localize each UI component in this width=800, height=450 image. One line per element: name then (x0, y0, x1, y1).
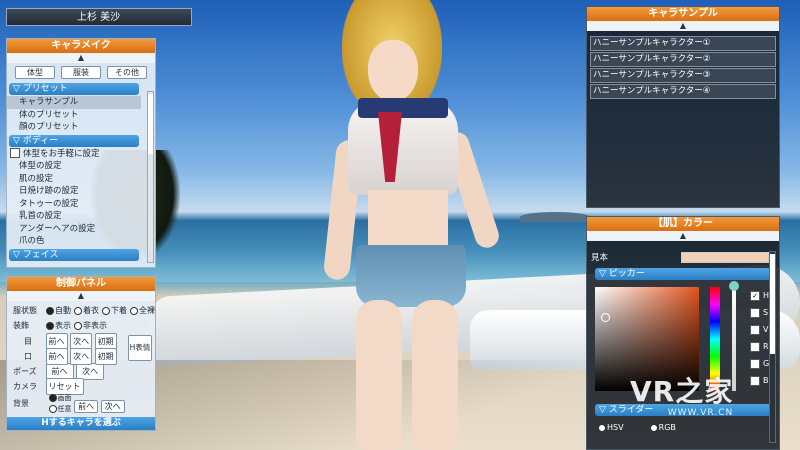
channel-list: ✓ H S V R G B (750, 287, 769, 389)
control-panel-title: 制御パネル (7, 277, 155, 291)
character-model (300, 0, 540, 450)
radio-clothed[interactable] (74, 306, 82, 315)
select-h-chara-button[interactable]: Hするキャラを選ぶ (7, 417, 155, 430)
list-item-chara-sample[interactable]: キャラサンプル (7, 96, 141, 109)
clothing-state-row: 服状態 自動 着衣 下着 全裸 (13, 306, 155, 315)
list-item-body-settings[interactable]: 体型の設定 (7, 160, 141, 173)
watermark-url: WWW.VR.CN (667, 408, 734, 418)
channel-h[interactable]: ✓ H (750, 287, 769, 304)
easy-body-label: 体型をお手軽に設定 (23, 148, 100, 159)
alpha-handle-icon[interactable] (729, 281, 739, 291)
character-name-box: 上杉 美沙 (6, 8, 192, 26)
radio-underwear[interactable] (102, 306, 110, 315)
channel-r-checkbox[interactable] (750, 341, 760, 352)
scrollbar-thumb[interactable] (148, 94, 153, 154)
character-collar (358, 98, 448, 118)
chara-sample-title: キャラサンプル (587, 7, 779, 21)
channel-v[interactable]: V (750, 321, 769, 338)
radio-hide[interactable] (74, 321, 82, 330)
channel-b[interactable]: B (750, 372, 769, 389)
color-panel-title: 【肌】カラー (587, 217, 779, 231)
character-name: 上杉 美沙 (77, 12, 121, 23)
character-face (368, 40, 418, 102)
sample-row: 見本 (591, 251, 771, 263)
mouth-reset-button[interactable]: 初期 (94, 348, 117, 365)
radio-rgb[interactable] (649, 423, 658, 432)
character-right-leg (412, 300, 458, 450)
mouth-next-button[interactable]: 次へ (70, 348, 93, 365)
mouth-prev-button[interactable]: 前へ (45, 348, 68, 365)
color-swatch (681, 252, 769, 263)
picker-header[interactable]: ▽ ピッカー (595, 268, 771, 280)
section-body[interactable]: ▽ ボディー (9, 134, 139, 147)
radio-bg-screen[interactable] (48, 394, 57, 402)
list-item-easy-body[interactable]: 体型をお手軽に設定 (7, 148, 141, 161)
sample-item-1[interactable]: ハニーサンプルキャラクター① (590, 36, 776, 51)
character-shorts (356, 245, 466, 307)
accessory-row: 装飾 表示 非表示 (13, 321, 107, 330)
camera-row: カメラ リセット (10, 378, 152, 395)
list-item-skin-settings[interactable]: 肌の設定 (7, 173, 141, 186)
list-item-face-preset[interactable]: 顔のプリセット (7, 121, 141, 134)
channel-h-checkbox[interactable]: ✓ (750, 290, 760, 301)
channel-g-checkbox[interactable] (750, 358, 760, 369)
color-scroll-up-icon[interactable]: ▲ (587, 231, 779, 241)
easy-body-checkbox[interactable] (10, 148, 20, 158)
radio-nude[interactable] (130, 306, 138, 315)
list-item-nipple-settings[interactable]: 乳首の設定 (7, 210, 141, 223)
sample-item-3[interactable]: ハニーサンプルキャラクター③ (590, 68, 776, 83)
list-item-tattoo-settings[interactable]: タトゥーの設定 (7, 198, 141, 211)
chara-sample-panel: キャラサンプル ▲ ハニーサンプルキャラクター① ハニーサンプルキャラクター② … (586, 6, 780, 208)
watermark-logo: VR之家 (630, 375, 734, 408)
tab-body-type[interactable]: 体型 (15, 66, 55, 79)
sample-scroll-up-icon[interactable]: ▲ (587, 21, 779, 31)
sample-label: 見本 (591, 253, 609, 263)
sample-item-2[interactable]: ハニーサンプルキャラクター② (590, 52, 776, 67)
list-item-nail-color[interactable]: 爪の色 (7, 235, 141, 248)
scroll-up-arrow-icon[interactable]: ▲ (7, 53, 155, 63)
background-row: 背景 画面 任意 前へ 次へ (10, 393, 152, 415)
h-expression-button[interactable]: H表情 (128, 335, 152, 361)
chara-make-scrollbar[interactable] (147, 91, 154, 263)
channel-b-checkbox[interactable] (750, 375, 760, 386)
list-item-underhair-settings[interactable]: アンダーヘアの設定 (7, 223, 141, 236)
color-cursor[interactable] (601, 313, 610, 322)
watermark: VR之家 WWW.VR.CN (630, 370, 733, 418)
radio-bg-custom[interactable] (48, 405, 57, 413)
channel-s-checkbox[interactable] (750, 307, 760, 318)
list-item-tan-settings[interactable]: 日焼け跡の設定 (7, 185, 141, 198)
color-panel-scrollbar[interactable] (769, 251, 776, 443)
chara-make-list: ▽ プリセット キャラサンプル 体のプリセット 顔のプリセット ▽ ボディー 体… (7, 83, 141, 261)
radio-hsv[interactable] (598, 423, 606, 432)
list-item-body-preset[interactable]: 体のプリセット (7, 109, 141, 122)
chara-make-title: キャラメイク (7, 39, 155, 53)
character-midriff (368, 190, 448, 250)
section-preset[interactable]: ▽ プリセット (9, 83, 139, 95)
tab-other[interactable]: その他 (107, 66, 147, 79)
chara-make-panel: キャラメイク ▲ 体型 服装 その他 ▽ プリセット キャラサンプル 体のプリセ… (6, 38, 156, 268)
section-face[interactable]: ▽ フェイス (9, 248, 139, 261)
bg-prev-button[interactable]: 前へ (74, 400, 99, 413)
control-scroll-up-icon[interactable]: ▲ (7, 291, 155, 301)
control-panel: 制御パネル ▲ 服状態 自動 着衣 下着 全裸 装飾 表示 非表示 目 前へ 次へ 初期 口… (6, 276, 156, 431)
radio-auto[interactable] (46, 306, 54, 315)
pose-row: ポーズ 前へ 次へ (10, 363, 152, 380)
channel-g[interactable]: G (750, 355, 769, 372)
bg-next-button[interactable]: 次へ (100, 400, 125, 413)
tab-clothing[interactable]: 服装 (61, 66, 101, 79)
channel-s[interactable]: S (750, 304, 769, 321)
sample-item-4[interactable]: ハニーサンプルキャラクター④ (590, 84, 776, 99)
channel-v-checkbox[interactable] (750, 324, 760, 335)
character-left-leg (356, 300, 402, 450)
color-scrollbar-thumb[interactable] (770, 254, 775, 354)
chara-make-tabs: 体型 服装 その他 (7, 63, 155, 82)
color-mode-row: HSV RGB (595, 423, 676, 432)
channel-r[interactable]: R (750, 338, 769, 355)
radio-show[interactable] (46, 321, 54, 330)
